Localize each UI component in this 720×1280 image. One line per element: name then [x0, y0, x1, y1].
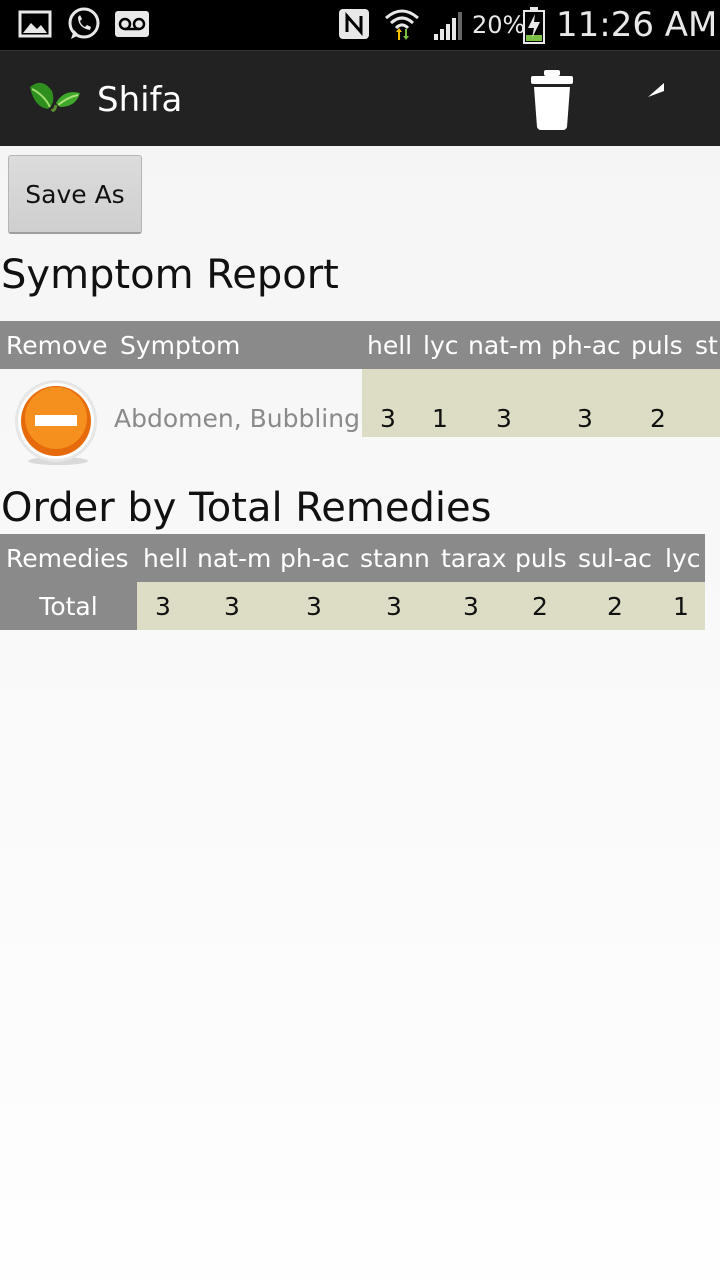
total-value-cell: 2	[532, 592, 548, 621]
action-bar: Shifa	[0, 50, 720, 146]
table-row: 3 3 3 3 3 2 2 1	[137, 582, 705, 630]
remedy-column-header: ph-ac	[280, 544, 350, 573]
total-value-cell: 3	[155, 592, 171, 621]
trash-icon[interactable]	[522, 67, 582, 131]
wifi-icon	[385, 9, 419, 40]
symptom-report-title: Symptom Report	[1, 252, 339, 298]
total-value-cell: 1	[673, 592, 689, 621]
total-value-cell: 3	[463, 592, 479, 621]
remedy-column-header: nat-m	[468, 331, 543, 360]
symptom-name: Abdomen, Bubbling	[114, 404, 360, 433]
remedy-column-header: hell	[367, 331, 413, 360]
remedy-value-cell: 2	[650, 404, 666, 433]
remedy-column-header: sul-ac	[578, 544, 652, 573]
nfc-icon	[339, 9, 369, 39]
total-value-cell: 3	[306, 592, 322, 621]
remedy-column-header: st	[695, 331, 718, 360]
remedy-column-header: ph-ac	[551, 331, 621, 360]
remedy-column-header: hell	[143, 544, 189, 573]
clock: 11:26 AM	[556, 5, 718, 45]
battery-percent: 20%	[472, 11, 526, 39]
remedy-column-header: stann	[360, 544, 430, 573]
total-row-label: Total	[0, 582, 137, 630]
order-by-total-title: Order by Total Remedies	[1, 485, 492, 531]
app-title: Shifa	[97, 80, 183, 120]
remedy-value-cell: 3	[496, 404, 512, 433]
remedy-column-header: tarax	[441, 544, 507, 573]
total-value-cell: 3	[224, 592, 240, 621]
status-bar: 20% 11:26 AM	[0, 0, 720, 50]
remedy-value-cell: 3	[577, 404, 593, 433]
remedy-value-cell: 1	[432, 404, 448, 433]
table-row: 3 1 3 3 2	[362, 369, 720, 437]
remedy-column-header: puls	[631, 331, 683, 360]
save-as-button[interactable]: Save As	[8, 155, 142, 234]
back-icon[interactable]	[638, 77, 690, 121]
remedy-column-header: nat-m	[197, 544, 272, 573]
signal-icon	[434, 12, 462, 40]
remove-symptom-icon[interactable]	[14, 379, 102, 467]
remedy-value-cell	[692, 369, 720, 437]
battery-charging-icon	[523, 7, 545, 44]
remedy-value-cell: 3	[380, 404, 396, 433]
remedies-row-header: Remedies	[6, 544, 129, 573]
whatsapp-icon	[68, 7, 100, 39]
total-value-cell: 2	[607, 592, 623, 621]
remedy-column-header: puls	[515, 544, 567, 573]
remove-column-header: Remove	[6, 331, 108, 360]
symptom-column-header: Symptom	[120, 331, 241, 360]
remedy-column-header: lyc	[423, 331, 459, 360]
symptom-table-header: Remove Symptom hell lyc nat-m ph-ac puls…	[0, 321, 720, 369]
gallery-icon	[18, 10, 52, 38]
remedy-column-header: lyc	[665, 544, 701, 573]
totals-table-header: Remedies hell nat-m ph-ac stann tarax pu…	[0, 534, 705, 582]
voicemail-icon	[115, 11, 149, 37]
leaf-icon	[30, 82, 80, 112]
total-value-cell: 3	[386, 592, 402, 621]
